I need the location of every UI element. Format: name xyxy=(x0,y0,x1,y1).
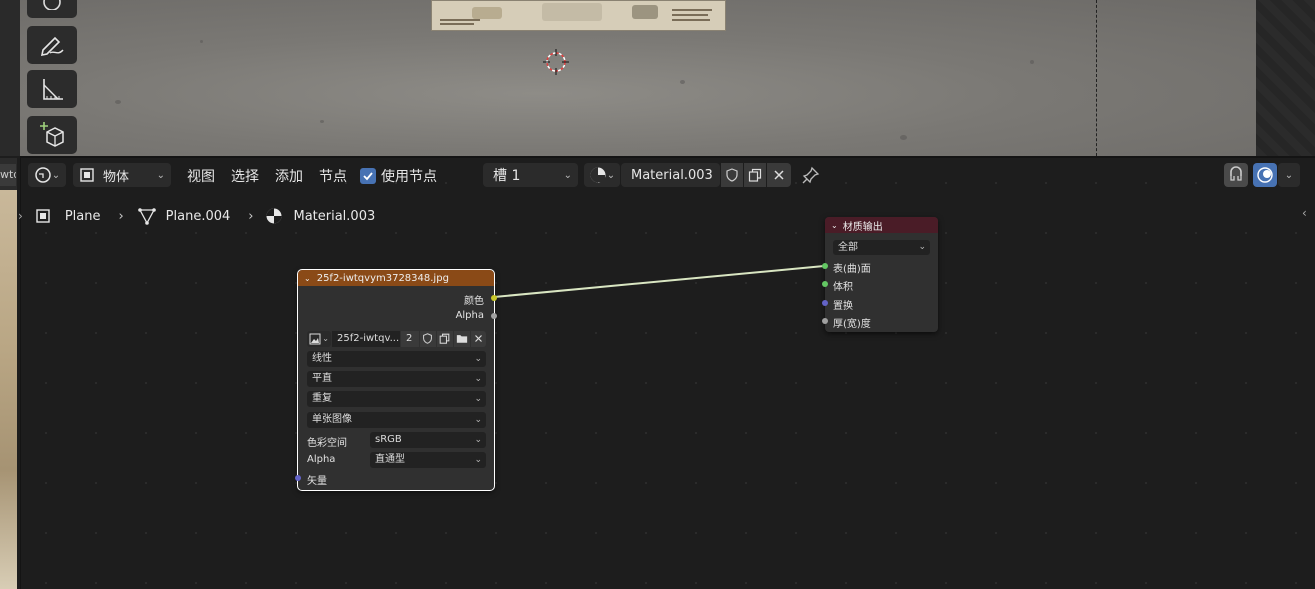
image-texture-node[interactable]: ⌄ 25f2-iwtqvym3728348.jpg 颜色 Alpha ⌄ 25f… xyxy=(295,269,497,491)
output-alpha-socket[interactable] xyxy=(491,313,497,319)
source-value: 单张图像 xyxy=(312,414,352,425)
image-open-button[interactable] xyxy=(454,331,470,347)
material-output-node[interactable]: ⌄ 材质输出 全部 ⌄ 表(曲)面 体积 置换 厚(宽)度 xyxy=(822,217,938,332)
image-unlink-button[interactable] xyxy=(471,331,486,347)
input-volume-label: 体积 xyxy=(833,282,853,293)
chevron-down-icon: ⌄ xyxy=(474,455,482,465)
node-title: 材质输出 xyxy=(842,221,883,233)
color-space-dropdown[interactable]: sRGB ⌄ xyxy=(370,432,486,448)
collapse-chevron-icon[interactable]: ⌄ xyxy=(831,221,838,230)
node-title: 25f2-iwtqvym3728348.jpg xyxy=(316,272,449,284)
user-count-value: 2 xyxy=(406,333,413,344)
input-volume-socket[interactable] xyxy=(822,281,828,287)
output-target-value: 全部 xyxy=(838,242,858,253)
image-name: 25f2-iwtqv... xyxy=(337,333,400,344)
input-surface-socket[interactable] xyxy=(822,263,828,269)
chevron-down-icon: ⌄ xyxy=(474,394,482,404)
image-fake-user-button[interactable] xyxy=(420,331,436,347)
alpha-mode-dropdown[interactable]: 直通型 ⌄ xyxy=(370,452,486,468)
image-name-field[interactable]: 25f2-iwtqv... xyxy=(332,331,400,347)
projection-value: 平直 xyxy=(312,373,332,384)
collapse-chevron-icon[interactable]: ⌄ xyxy=(304,274,311,283)
node-header[interactable]: ⌄ 25f2-iwtqvym3728348.jpg xyxy=(298,270,494,286)
image-icon xyxy=(309,333,321,345)
input-thickness-label: 厚(宽)度 xyxy=(833,319,871,330)
input-surface-label: 表(曲)面 xyxy=(833,264,871,275)
output-alpha-label: Alpha xyxy=(455,310,484,321)
duplicate-icon xyxy=(439,333,450,344)
chevron-down-icon: ⌄ xyxy=(322,334,329,343)
chevron-down-icon: ⌄ xyxy=(474,374,482,384)
chevron-down-icon: ⌄ xyxy=(474,435,482,445)
shield-icon xyxy=(423,333,432,344)
output-color-socket[interactable] xyxy=(491,295,497,301)
node-link-layer xyxy=(493,265,825,298)
image-browse-button[interactable]: ⌄ xyxy=(307,331,331,347)
projection-dropdown[interactable]: 平直 ⌄ xyxy=(307,371,486,387)
extension-dropdown[interactable]: 重复 ⌄ xyxy=(307,391,486,407)
folder-icon xyxy=(456,335,468,343)
alpha-mode-label: Alpha xyxy=(307,454,336,465)
interpolation-dropdown[interactable]: 线性 ⌄ xyxy=(307,351,486,367)
image-user-count[interactable]: 2 xyxy=(401,331,419,347)
extension-value: 重复 xyxy=(312,393,332,404)
input-displacement-label: 置换 xyxy=(833,301,853,312)
color-space-label: 色彩空间 xyxy=(307,438,347,449)
alpha-mode-value: 直通型 xyxy=(375,454,405,465)
interpolation-value: 线性 xyxy=(312,353,332,364)
chevron-down-icon: ⌄ xyxy=(474,354,482,364)
source-dropdown[interactable]: 单张图像 ⌄ xyxy=(307,412,486,428)
input-vector-label: 矢量 xyxy=(307,476,327,487)
image-duplicate-button[interactable] xyxy=(437,331,453,347)
output-color-label: 颜色 xyxy=(464,296,484,307)
node-header[interactable]: ⌄ 材质输出 xyxy=(825,217,938,233)
chevron-down-icon: ⌄ xyxy=(474,415,482,425)
output-target-dropdown[interactable]: 全部 ⌄ xyxy=(833,240,930,255)
input-thickness-socket[interactable] xyxy=(822,318,828,324)
color-space-value: sRGB xyxy=(375,434,402,445)
chevron-down-icon: ⌄ xyxy=(918,242,926,252)
input-displacement-socket[interactable] xyxy=(822,300,828,306)
input-vector-socket[interactable] xyxy=(295,475,301,481)
color-to-surface-link[interactable] xyxy=(493,265,825,298)
close-icon xyxy=(475,335,482,342)
